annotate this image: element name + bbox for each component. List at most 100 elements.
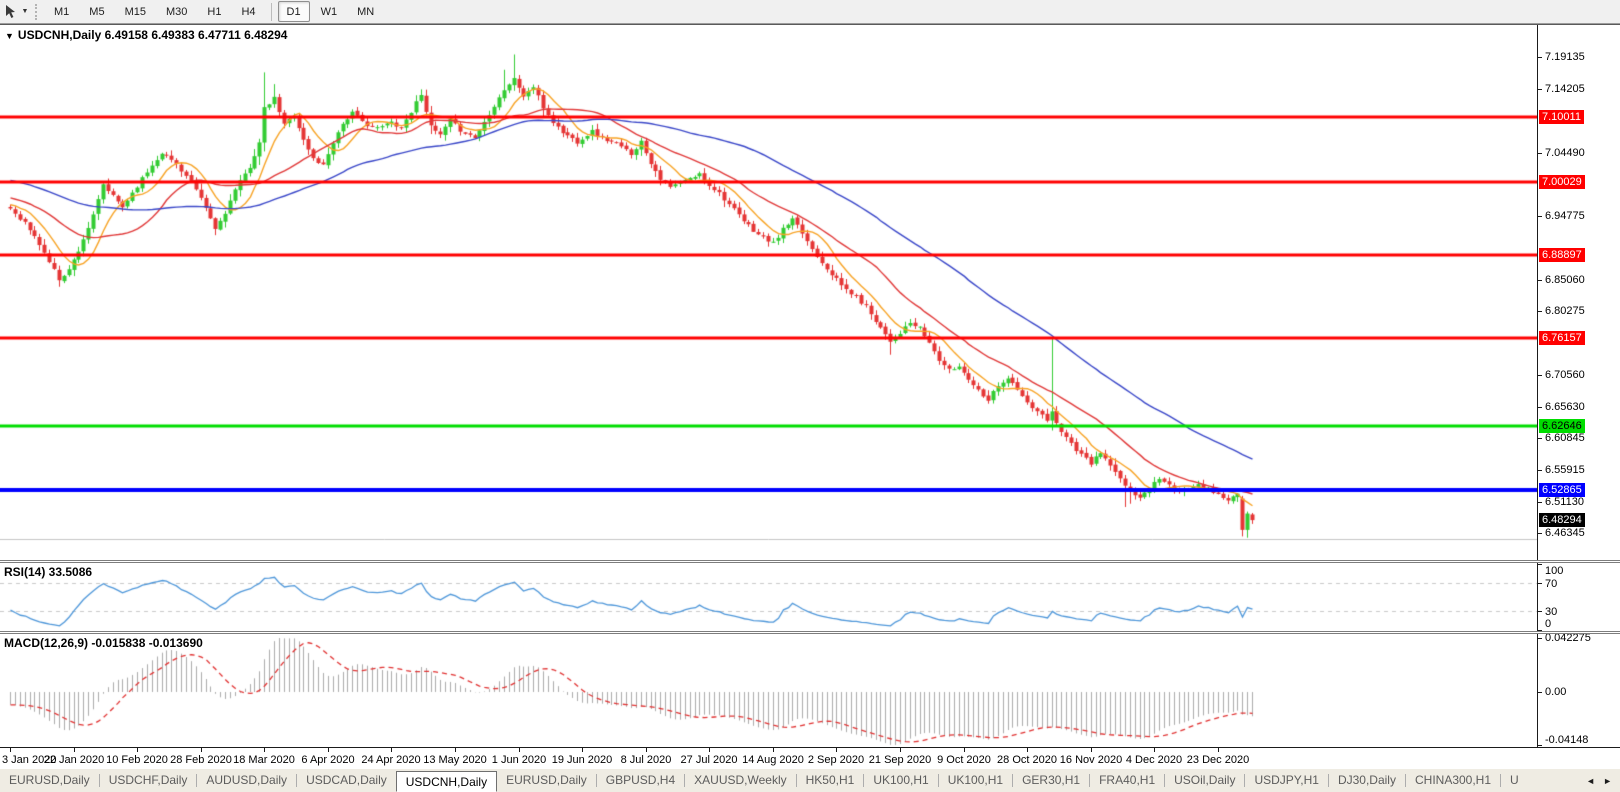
rsi-label: RSI(14) 33.5086	[4, 565, 93, 579]
toolbar-grip[interactable]	[35, 3, 37, 20]
date-label: 21 Sep 2020	[868, 754, 932, 766]
symbol-tab-uk100[interactable]: UK100,H1	[864, 770, 937, 791]
symbol-tab-usdcnh-active[interactable]: USDCNH,Daily	[395, 770, 498, 792]
rsi-tick-label: 100	[1545, 565, 1564, 577]
date-label: 9 Oct 2020	[937, 754, 991, 766]
price-axis[interactable]: 7.19135 7.14205 7.04490 6.94775 6.85060 6.802…	[1537, 25, 1620, 747]
date-tick-mark	[1027, 748, 1028, 752]
price-tick-mark	[1538, 216, 1542, 217]
date-tick-mark	[836, 748, 837, 752]
macd-tick-label: 0.00	[1545, 686, 1567, 698]
price-tick-label: 6.55915	[1545, 464, 1585, 476]
tab-scroll-left-icon[interactable]: ◄	[1586, 776, 1595, 786]
timeframe-button-m5[interactable]: M5	[80, 1, 113, 22]
macd-tick-mark	[1538, 692, 1542, 693]
symbol-tab-u[interactable]: U	[1501, 770, 1528, 791]
symbol-tab-hk50[interactable]: HK50,H1	[797, 770, 864, 791]
timeframe-button-m1[interactable]: M1	[45, 1, 78, 22]
date-tick-mark	[646, 748, 647, 752]
timeframe-button-d1[interactable]: D1	[277, 1, 310, 22]
date-label: 19 Jun 2020	[551, 754, 613, 766]
chart-title: ▼ USDCNH,Daily 6.49158 6.49383 6.47711 6.…	[5, 28, 287, 42]
macd-indicator-canvas[interactable]	[0, 634, 1537, 747]
price-tick-mark	[1538, 57, 1542, 58]
price-tick-mark	[1538, 153, 1542, 154]
symbol-tab-uk100[interactable]: UK100,H1	[939, 770, 1012, 791]
date-label: 8 Jul 2020	[620, 754, 672, 766]
date-tick-mark	[137, 748, 138, 752]
timeframe-button-h1[interactable]: H1	[198, 1, 230, 22]
symbol-tab-ger30[interactable]: GER30,H1	[1013, 770, 1089, 791]
cursor-tool-icon[interactable]	[1, 2, 19, 22]
pane-separator[interactable]	[0, 631, 1620, 634]
symbol-tab-eurusd[interactable]: EURUSD,Daily	[0, 770, 99, 791]
price-tick-mark	[1538, 407, 1542, 408]
chart-title-text: USDCNH,Daily 6.49158 6.49383 6.47711 6.4…	[17, 28, 288, 42]
price-chart-canvas[interactable]	[0, 25, 1537, 560]
price-tick-label: 7.19135	[1545, 51, 1585, 63]
date-label: 22 Jan 2020	[43, 754, 105, 766]
date-axis[interactable]: 3 Jan 2020 22 Jan 2020 10 Feb 2020 28 Feb 2…	[0, 747, 1620, 769]
timeframe-button-m30[interactable]: M30	[157, 1, 196, 22]
rsi-tick-mark	[1538, 583, 1542, 584]
hline-price-tag: 7.10011	[1539, 110, 1584, 124]
macd-label: MACD(12,26,9) -0.015838 -0.013690	[4, 636, 203, 650]
hline-price-tag: 6.52865	[1539, 483, 1585, 497]
chart-dropdown-icon[interactable]: ▼	[5, 31, 14, 41]
symbol-tab-audusd[interactable]: AUDUSD,Daily	[197, 770, 296, 791]
symbol-tab-fra40[interactable]: FRA40,H1	[1090, 770, 1164, 791]
rsi-tick-mark	[1538, 564, 1542, 565]
symbol-tab-usoil[interactable]: USOil,Daily	[1165, 770, 1244, 791]
date-tick-mark	[74, 748, 75, 752]
rsi-indicator-canvas[interactable]	[0, 563, 1537, 631]
date-tick-mark	[1154, 748, 1155, 752]
price-tick-mark	[1538, 311, 1542, 312]
date-label: 28 Feb 2020	[170, 754, 232, 766]
price-tick-mark	[1538, 375, 1542, 376]
macd-tick-mark	[1538, 745, 1542, 746]
price-tick-label: 6.51130	[1545, 496, 1584, 508]
symbol-tab-usdjpy[interactable]: USDJPY,H1	[1245, 770, 1327, 791]
date-label: 13 May 2020	[423, 754, 487, 766]
timeframe-button-h4[interactable]: H4	[232, 1, 264, 22]
date-tick-mark	[328, 748, 329, 752]
price-tick-mark	[1538, 89, 1542, 90]
date-label: 24 Apr 2020	[361, 754, 421, 766]
price-tick-mark	[1538, 438, 1542, 439]
symbol-tab-usdchf[interactable]: USDCHF,Daily	[100, 770, 197, 791]
date-label: 2 Sep 2020	[807, 754, 865, 766]
date-tick-mark	[10, 748, 11, 752]
symbol-tab-bar: EURUSD,Daily USDCHF,Daily AUDUSD,Daily USDC…	[0, 768, 1620, 792]
timeframe-button-w1[interactable]: W1	[312, 1, 347, 22]
price-tick-label: 6.85060	[1545, 274, 1585, 286]
date-label: 14 Aug 2020	[742, 754, 804, 766]
date-tick-mark	[773, 748, 774, 752]
date-tick-mark	[455, 748, 456, 752]
symbol-tab-xauusd[interactable]: XAUUSD,Weekly	[685, 770, 795, 791]
price-tick-mark	[1538, 470, 1542, 471]
symbol-tab-china300[interactable]: CHINA300,H1	[1406, 770, 1500, 791]
date-label: 18 Mar 2020	[233, 754, 295, 766]
tool-dropdown-caret-icon[interactable]: ▼	[19, 8, 31, 15]
price-tick-label: 6.70560	[1545, 369, 1585, 381]
date-label: 4 Dec 2020	[1125, 754, 1183, 766]
date-tick-mark	[582, 748, 583, 752]
symbol-tab-usdcad[interactable]: USDCAD,Daily	[297, 770, 396, 791]
rsi-tick-label: 0	[1545, 618, 1552, 630]
hline-price-tag: 6.88897	[1539, 248, 1585, 262]
timeframe-button-m15[interactable]: M15	[116, 1, 155, 22]
pane-separator[interactable]	[0, 560, 1620, 563]
timeframe-button-mn[interactable]: MN	[348, 1, 383, 22]
timeframe-toolbar: ▼ M1 M5 M15 M30 H1 H4 D1 W1 MN	[0, 0, 1620, 24]
date-label: 10 Feb 2020	[106, 754, 168, 766]
price-tick-mark	[1538, 502, 1542, 503]
date-label: 27 Jul 2020	[680, 754, 738, 766]
date-tick-mark	[519, 748, 520, 752]
date-tick-mark	[964, 748, 965, 752]
price-tick-label: 7.14205	[1545, 83, 1585, 95]
symbol-tab-dj30[interactable]: DJ30,Daily	[1329, 770, 1405, 791]
symbol-tab-gbpusd[interactable]: GBPUSD,H4	[597, 770, 684, 791]
symbol-tab-eurusd[interactable]: EURUSD,Daily	[497, 770, 596, 791]
price-tick-label: 6.46345	[1545, 527, 1585, 539]
tab-scroll-right-icon[interactable]: ►	[1603, 776, 1612, 786]
